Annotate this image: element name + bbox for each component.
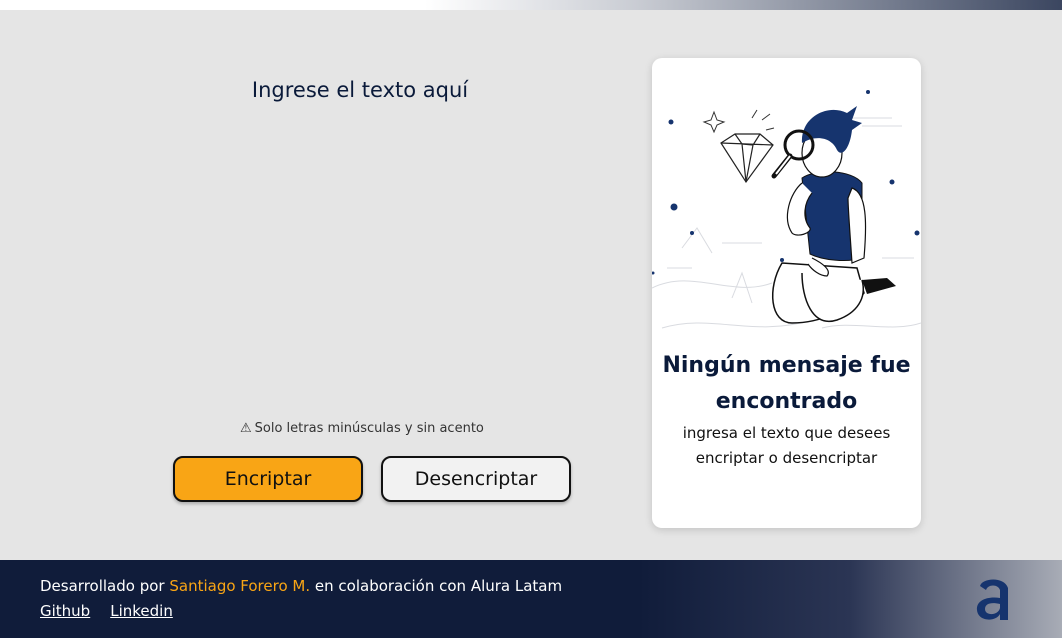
result-card: Ningún mensaje fue encontrado ingresa el… <box>652 58 921 528</box>
github-link[interactable]: Github <box>40 602 90 620</box>
page-footer: Desarrollado por Santiago Forero M. en c… <box>0 560 1062 638</box>
footer-credits: Desarrollado por Santiago Forero M. en c… <box>40 577 562 595</box>
warning-icon: ⚠ <box>240 421 252 436</box>
top-gradient-bar <box>0 0 1062 10</box>
text-input-area <box>60 70 660 410</box>
linkedin-link[interactable]: Linkedin <box>110 602 173 620</box>
footer-author: Santiago Forero M. <box>169 577 311 595</box>
footer-prefix: Desarrollado por <box>40 577 165 595</box>
person-magnifier-illustration <box>652 90 921 329</box>
footer-suffix: en colaboración con Alura Latam <box>314 577 563 595</box>
encrypt-button[interactable]: Encriptar <box>173 456 363 502</box>
alura-logo-icon <box>976 579 1008 620</box>
decrypt-button[interactable]: Desencriptar <box>381 456 571 502</box>
no-message-title: Ningún mensaje fue encontrado <box>662 353 911 414</box>
message-textarea[interactable] <box>60 70 660 410</box>
input-warning: ⚠ Solo letras minúsculas y sin acento <box>240 421 520 436</box>
footer-links: Github Linkedin <box>40 602 173 620</box>
no-message-subtitle: ingresa el texto que desees encriptar o … <box>682 424 891 467</box>
main-content: ⚠ Solo letras minúsculas y sin acento En… <box>0 10 1062 560</box>
warning-text: Solo letras minúsculas y sin acento <box>254 421 484 436</box>
